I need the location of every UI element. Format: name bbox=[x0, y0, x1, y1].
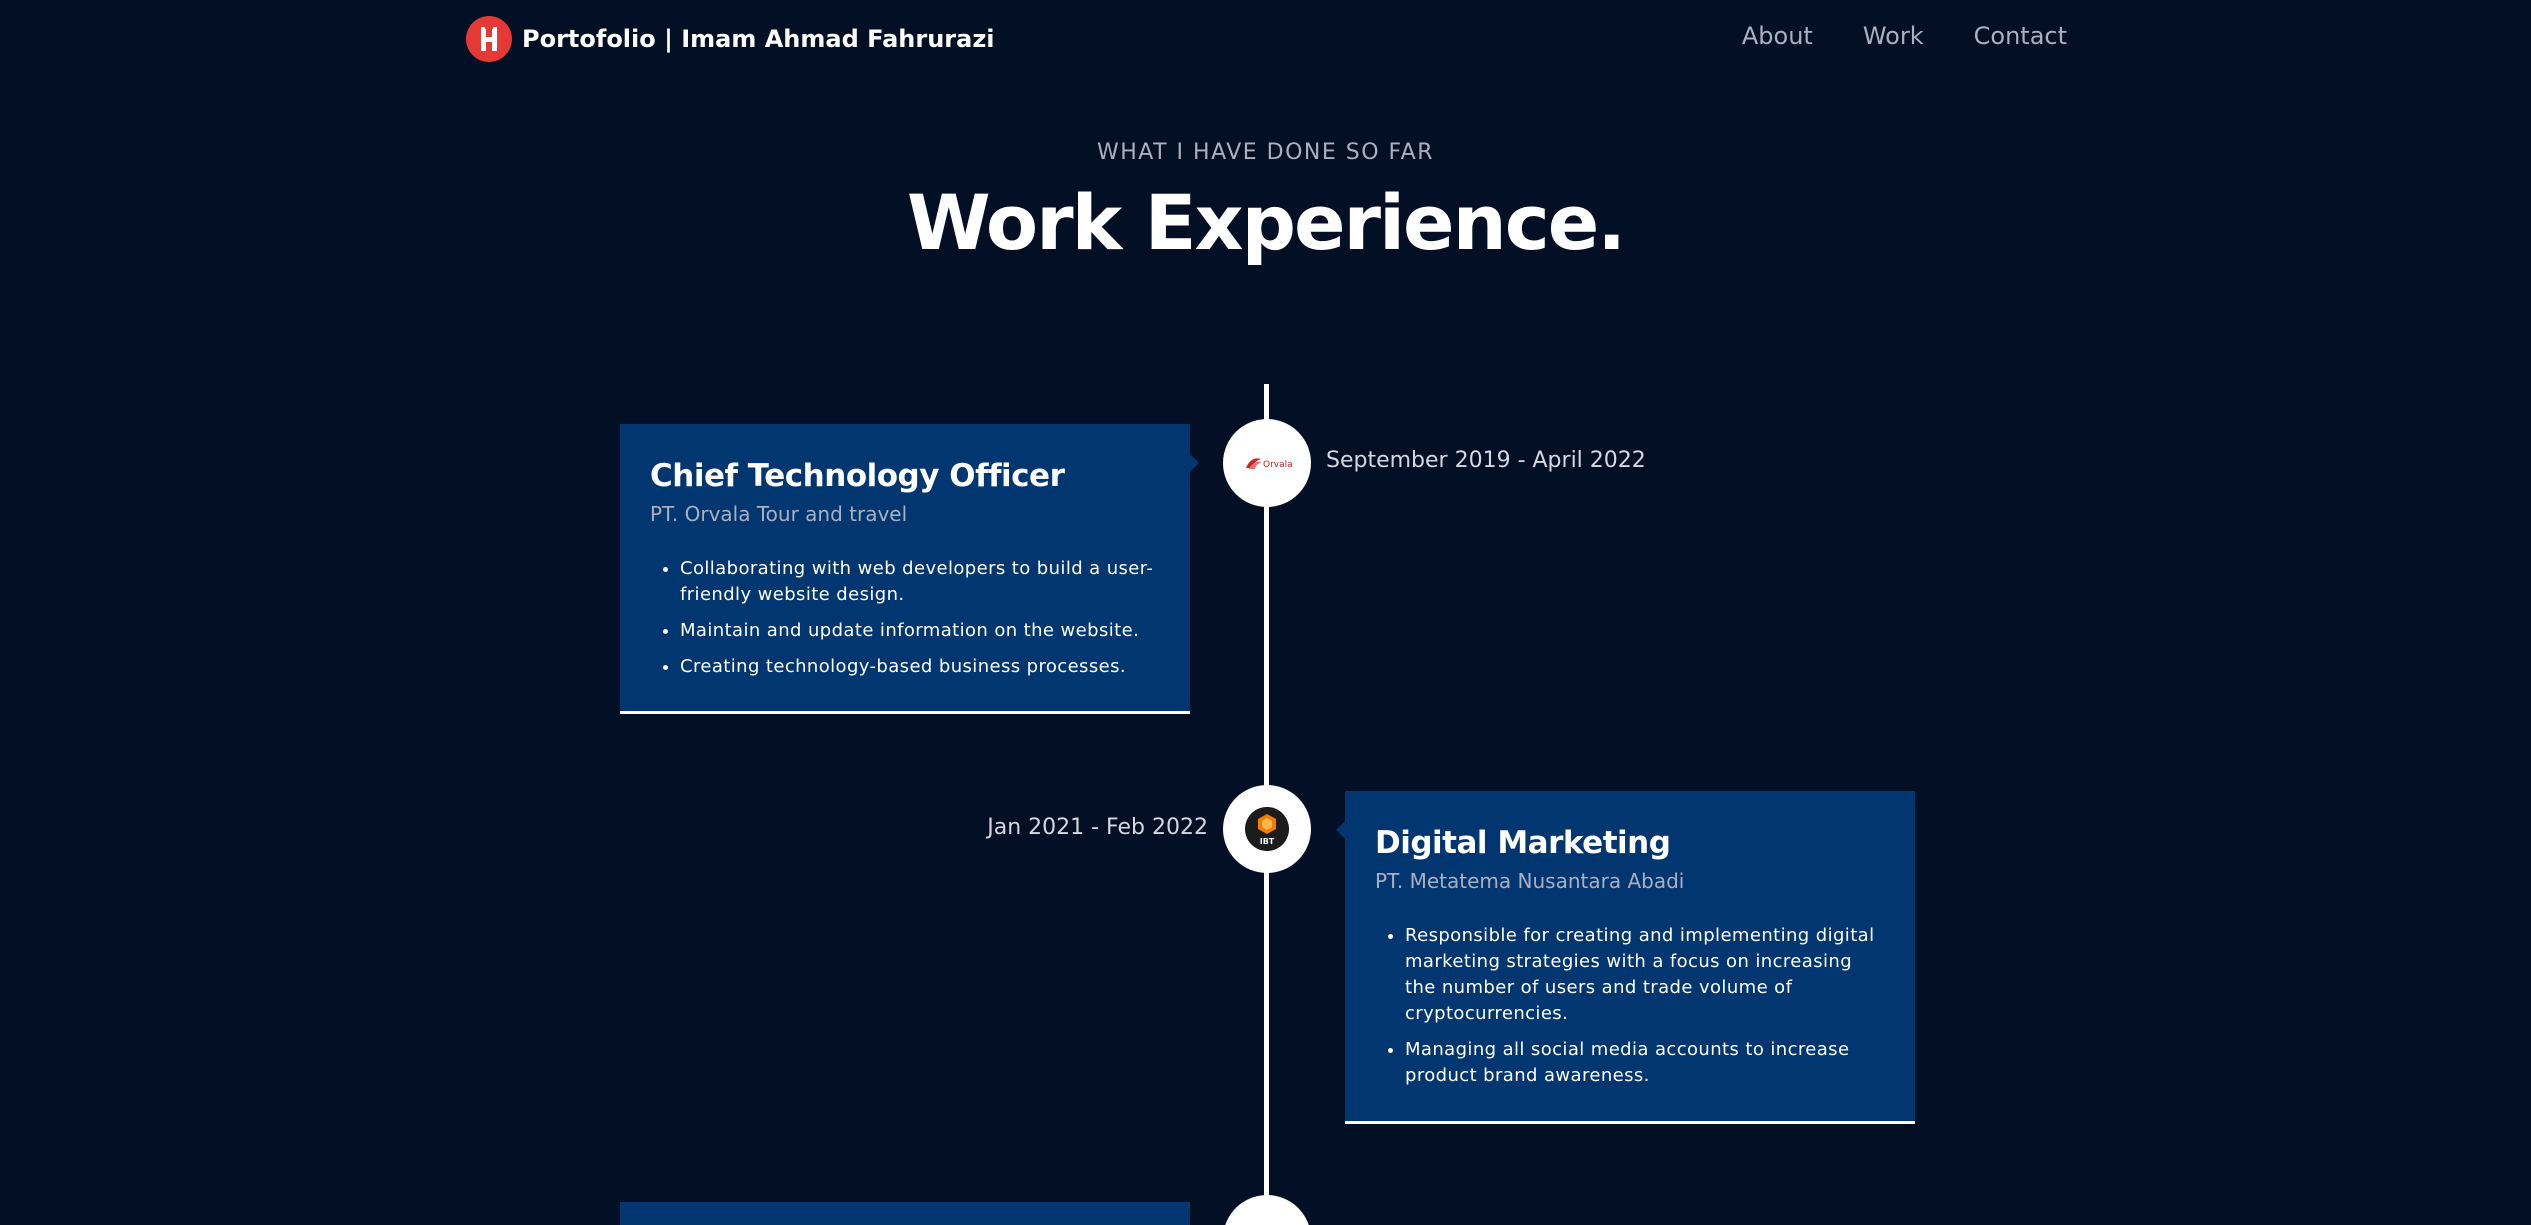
experience-card bbox=[620, 1202, 1190, 1225]
responsibility-item: Creating technology-based business proce… bbox=[680, 654, 1160, 680]
brand-link[interactable]: Portofolio | Imam Ahmad Fahrurazi bbox=[466, 16, 995, 62]
responsibility-list: Collaborating with web developers to bui… bbox=[650, 556, 1160, 680]
job-title: Digital Marketing bbox=[1375, 825, 1671, 861]
company-name: PT. Metatema Nusantara Abadi bbox=[1375, 869, 1685, 893]
card-pointer bbox=[1190, 454, 1199, 472]
timeline-node: IBT bbox=[1226, 788, 1308, 870]
svg-text:IBT: IBT bbox=[1260, 837, 1275, 846]
responsibility-item: Responsible for creating and implementin… bbox=[1405, 923, 1885, 1027]
nav-link-about[interactable]: About bbox=[1742, 22, 1813, 50]
experience-date: September 2019 - April 2022 bbox=[1326, 448, 1646, 473]
navbar: Portofolio | Imam Ahmad Fahrurazi About … bbox=[0, 0, 2531, 78]
ibt-logo-icon: IBT bbox=[1245, 807, 1289, 851]
nav-link-work[interactable]: Work bbox=[1863, 22, 1924, 50]
nav-links: About Work Contact bbox=[1742, 22, 2067, 50]
svg-text:Orvala: Orvala bbox=[1263, 460, 1292, 470]
timeline-node bbox=[1226, 1198, 1308, 1225]
experience-card: Digital Marketing PT. Metatema Nusantara… bbox=[1345, 791, 1915, 1124]
company-name: PT. Orvala Tour and travel bbox=[650, 502, 908, 526]
card-pointer bbox=[1336, 821, 1345, 839]
job-title: Chief Technology Officer bbox=[650, 458, 1065, 494]
orvala-logo-icon: Orvala bbox=[1246, 458, 1292, 470]
experience-card: Chief Technology Officer PT. Orvala Tour… bbox=[620, 424, 1190, 714]
section-subtitle: WHAT I HAVE DONE SO FAR bbox=[1096, 140, 1435, 165]
section-title: Work Experience. bbox=[906, 178, 1626, 267]
logo-icon bbox=[466, 16, 512, 62]
responsibility-item: Maintain and update information on the w… bbox=[680, 618, 1160, 644]
responsibility-item: Managing all social media accounts to in… bbox=[1405, 1037, 1885, 1089]
brand-title: Portofolio | Imam Ahmad Fahrurazi bbox=[522, 25, 995, 53]
page: Portofolio | Imam Ahmad Fahrurazi About … bbox=[0, 0, 2531, 1225]
responsibility-list: Responsible for creating and implementin… bbox=[1375, 923, 1885, 1089]
responsibility-item: Collaborating with web developers to bui… bbox=[680, 556, 1160, 608]
experience-date: Jan 2021 - Feb 2022 bbox=[987, 815, 1208, 840]
nav-link-contact[interactable]: Contact bbox=[1974, 22, 2067, 50]
timeline-node: Orvala bbox=[1226, 422, 1308, 504]
